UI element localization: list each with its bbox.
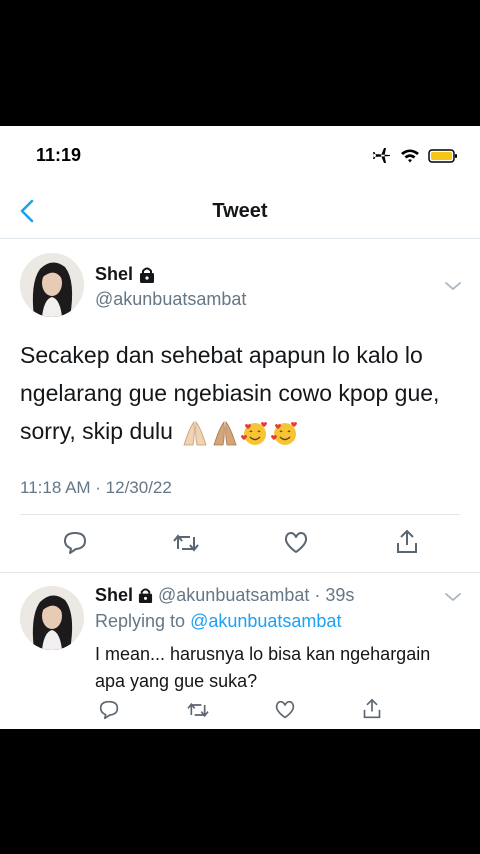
tweet-text: Secakep dan sehebat apapun lo kalo lo ng… — [20, 336, 465, 450]
retweet-icon[interactable] — [186, 700, 210, 720]
share-icon[interactable] — [362, 698, 382, 720]
tweet-timestamp: 11:18 AM · 12/30/22 — [20, 478, 172, 497]
author-name[interactable]: Shel — [95, 264, 133, 285]
avatar-photo — [20, 586, 84, 650]
author-row: Shel — [95, 264, 155, 285]
replying-prefix: Replying to — [95, 611, 186, 631]
reply-author-name[interactable]: Shel — [95, 585, 133, 606]
screen: 11:19 Tweet Shel @akunbuatsambat Secakep… — [0, 126, 480, 729]
chevron-down-icon[interactable] — [444, 280, 462, 292]
reply-text-line: apa yang gue suka? — [95, 671, 258, 691]
chevron-down-icon[interactable] — [444, 591, 462, 603]
status-bar: 11:19 — [0, 126, 480, 186]
reply-text-line: I mean... harusnya lo bisa kan ngehargai… — [95, 644, 431, 664]
reply-icon[interactable] — [98, 700, 120, 720]
battery-icon — [428, 149, 457, 163]
share-icon[interactable] — [395, 529, 419, 555]
section-divider — [0, 572, 480, 573]
reply-handle-time: @akunbuatsambat · 39s — [158, 585, 355, 605]
tweet-emojis — [174, 418, 300, 446]
replying-to-link[interactable]: @akunbuatsambat — [190, 611, 341, 631]
nav-bar: Tweet — [0, 186, 480, 239]
reply-text: I mean... harusnya lo bisa kan ngehargai… — [95, 641, 430, 695]
reply-author-row: Shel @akunbuatsambat · 39s — [95, 585, 354, 606]
retweet-icon[interactable] — [172, 531, 200, 555]
avatar-photo — [20, 253, 84, 317]
divider — [20, 514, 460, 515]
avatar[interactable] — [20, 253, 84, 317]
lock-icon — [138, 588, 153, 603]
folded-hands-emoji — [183, 420, 207, 446]
folded-hands-emoji — [213, 420, 237, 446]
airplane-icon — [373, 148, 390, 163]
status-time: 11:19 — [36, 145, 82, 165]
smiling-face-with-hearts-emoji — [241, 421, 268, 445]
like-icon[interactable] — [274, 700, 296, 720]
like-icon[interactable] — [283, 531, 309, 555]
smiling-face-with-hearts-emoji — [271, 421, 298, 445]
lock-icon — [140, 267, 155, 283]
wifi-icon — [401, 149, 419, 163]
reply-icon[interactable] — [62, 531, 88, 555]
page-title: Tweet — [212, 200, 268, 222]
author-handle[interactable]: @akunbuatsambat — [95, 289, 246, 310]
status-icons — [372, 147, 458, 165]
replying-to-line: Replying to @akunbuatsambat — [95, 611, 341, 632]
reply-avatar[interactable] — [20, 586, 84, 650]
